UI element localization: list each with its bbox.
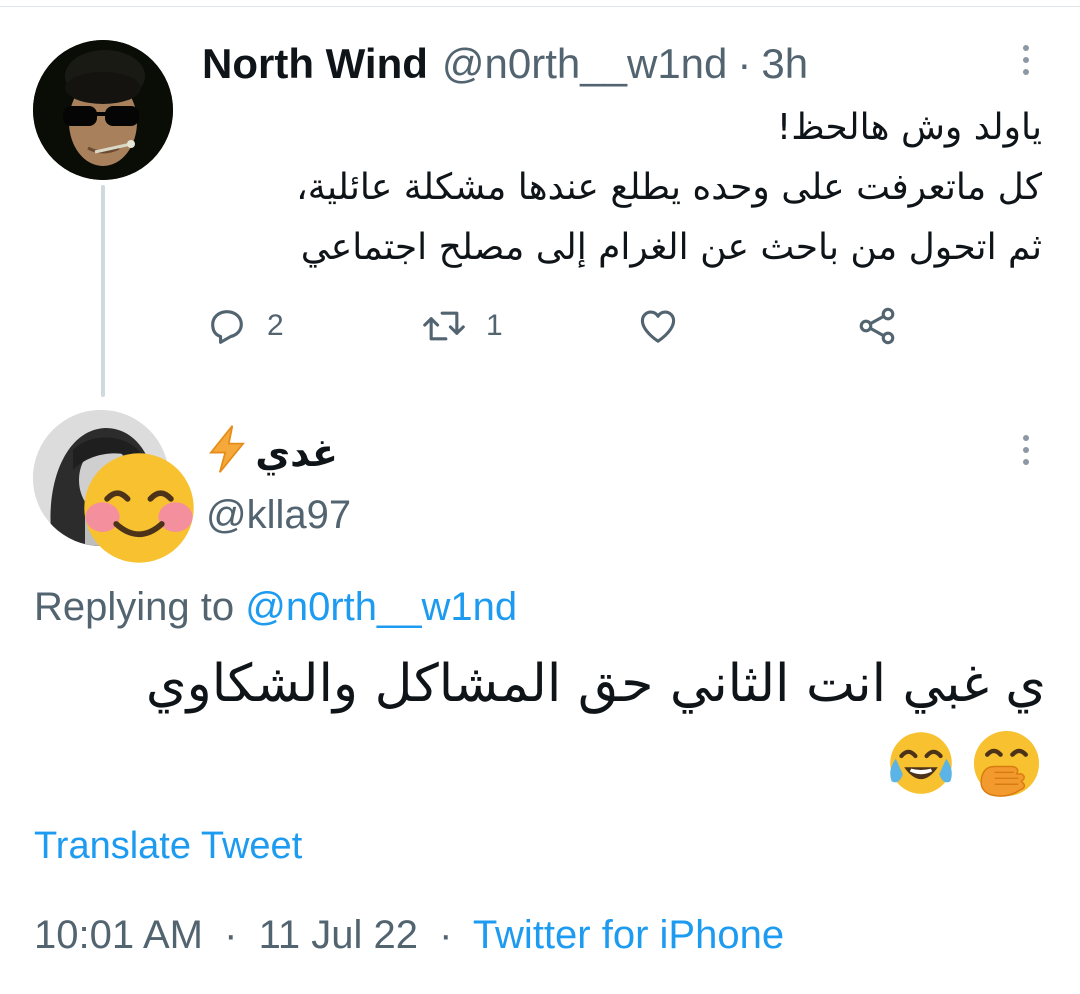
parent-author-avatar[interactable] (33, 40, 173, 180)
lightning-icon (205, 424, 249, 483)
parent-more-options-icon[interactable] (1012, 40, 1040, 80)
heart-icon (635, 304, 681, 348)
tweet-date[interactable]: 11 Jul 22 (259, 913, 418, 957)
tweet-source-link[interactable]: Twitter for iPhone (473, 913, 784, 957)
retweet-button[interactable]: 1 (420, 302, 503, 350)
tweet-time[interactable]: 10:01 AM (34, 913, 203, 957)
replying-to-mention[interactable]: @n0rth__w1nd (245, 585, 517, 629)
share-button[interactable] (855, 302, 899, 350)
reply-icon (205, 304, 249, 348)
top-divider (0, 6, 1080, 7)
reply-more-options-icon[interactable] (1012, 430, 1040, 470)
reply-author-handle[interactable]: @klla97 (206, 490, 351, 540)
retweet-count: 1 (486, 309, 503, 342)
like-button[interactable] (635, 302, 681, 350)
reply-button[interactable]: 2 (205, 302, 284, 350)
share-icon (855, 304, 899, 348)
translate-tweet-link[interactable]: Translate Tweet (34, 822, 302, 870)
parent-tweet-line: ثم اتحول من باحث عن الغرام إلى مصلح اجتم… (300, 227, 1042, 268)
parent-tweet-text: ياولد وش هالحظ! كل ماتعرفت على وحده يطلع… (222, 98, 1042, 278)
replying-to-line: Replying to @n0rth__w1nd (34, 582, 517, 632)
meta-separator: · (224, 913, 238, 957)
thread-connector-line (101, 185, 105, 397)
retweet-icon (420, 304, 468, 348)
parent-author-handle[interactable]: @n0rth__w1nd (442, 40, 728, 88)
replying-to-label: Replying to (34, 585, 235, 629)
parent-tweet-line: ياولد وش هالحظ! (776, 107, 1042, 148)
parent-author-name[interactable]: North Wind (202, 40, 428, 88)
tweet-metadata: 10:01 AM · 11 Jul 22 · Twitter for iPhon… (34, 910, 784, 960)
parent-tweet-time[interactable]: 3h (761, 40, 808, 88)
reply-tweet-text: ي غبي انت الثاني حق المشاكل والشكاوي (145, 654, 1046, 714)
meta-separator: · (439, 913, 453, 957)
face-with-tears-of-joy-icon (886, 728, 956, 802)
header-separator: · (737, 40, 752, 87)
smiling-face-with-smiling-eyes-icon (82, 451, 196, 565)
face-with-hand-over-mouth-icon (968, 728, 1042, 802)
parent-tweet-header: North Wind @n0rth__w1nd · 3h (202, 38, 808, 90)
reply-count: 2 (267, 309, 284, 342)
parent-tweet-actions: 2 1 (205, 302, 965, 350)
reply-author-name[interactable]: غدي (205, 424, 338, 482)
parent-tweet-line: كل ماتعرفت على وحده يطلع عندها مشكلة عائ… (296, 167, 1042, 208)
reply-emoji-row (886, 728, 1042, 802)
reply-author-name-text: غدي (255, 431, 338, 475)
